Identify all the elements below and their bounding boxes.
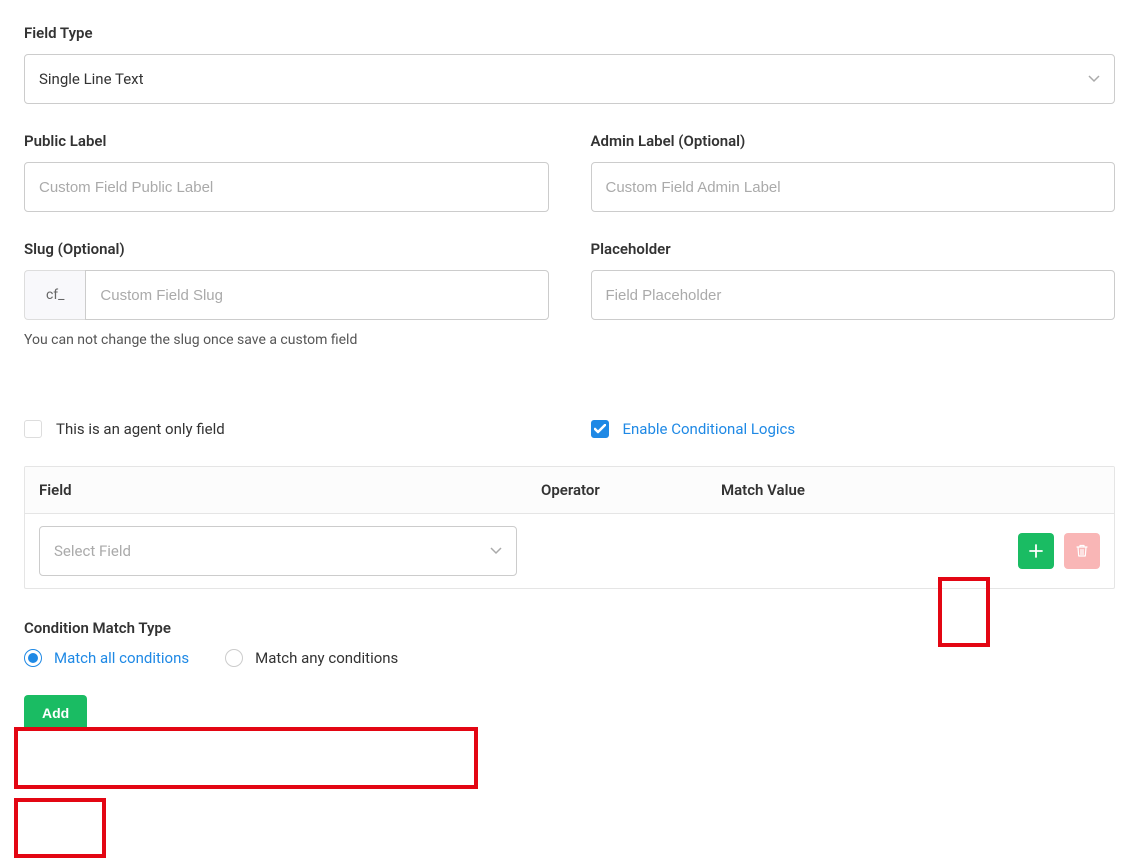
slug-input[interactable] xyxy=(85,270,548,320)
chevron-down-icon xyxy=(490,547,502,555)
th-match: Match Value xyxy=(721,481,1100,499)
conditions-row: Select Field xyxy=(25,514,1114,588)
add-button[interactable]: Add xyxy=(24,695,87,731)
field-type-select[interactable]: Single Line Text xyxy=(24,54,1115,104)
slug-label: Slug (Optional) xyxy=(24,240,549,258)
add-condition-button[interactable] xyxy=(1018,533,1054,569)
slug-prefix: cf_ xyxy=(24,270,85,320)
placeholder-label: Placeholder xyxy=(591,240,1116,258)
match-type-label: Condition Match Type xyxy=(24,619,1115,637)
field-type-label: Field Type xyxy=(24,24,1115,42)
public-label-input[interactable] xyxy=(24,162,549,212)
highlight-radio-group xyxy=(14,727,478,789)
radio-checked-icon xyxy=(24,649,42,667)
chevron-down-icon xyxy=(1088,75,1100,83)
admin-label-input[interactable] xyxy=(591,162,1116,212)
checkbox-icon xyxy=(24,420,42,438)
field-type-value: Single Line Text xyxy=(39,70,144,88)
plus-icon xyxy=(1029,544,1043,558)
radio-icon xyxy=(225,649,243,667)
checkbox-checked-icon xyxy=(591,420,609,438)
condition-field-placeholder: Select Field xyxy=(54,542,131,560)
admin-label-label: Admin Label (Optional) xyxy=(591,132,1116,150)
conditions-header: Field Operator Match Value xyxy=(25,467,1114,514)
conditions-table: Field Operator Match Value Select Field xyxy=(24,466,1115,589)
match-any-label: Match any conditions xyxy=(255,649,398,667)
conditional-logics-checkbox[interactable]: Enable Conditional Logics xyxy=(591,420,1116,438)
slug-help-text: You can not change the slug once save a … xyxy=(24,332,549,348)
highlight-add-button xyxy=(14,798,106,858)
match-all-label: Match all conditions xyxy=(54,649,189,667)
th-operator: Operator xyxy=(541,481,721,499)
delete-condition-button[interactable] xyxy=(1064,533,1100,569)
match-all-radio[interactable]: Match all conditions xyxy=(24,649,189,667)
conditional-logics-label: Enable Conditional Logics xyxy=(623,420,796,438)
placeholder-input[interactable] xyxy=(591,270,1116,320)
condition-field-select[interactable]: Select Field xyxy=(39,526,517,576)
agent-only-label: This is an agent only field xyxy=(56,420,225,438)
public-label-label: Public Label xyxy=(24,132,549,150)
trash-icon xyxy=(1075,544,1089,558)
agent-only-checkbox[interactable]: This is an agent only field xyxy=(24,420,549,438)
th-field: Field xyxy=(39,481,541,499)
match-any-radio[interactable]: Match any conditions xyxy=(225,649,398,667)
